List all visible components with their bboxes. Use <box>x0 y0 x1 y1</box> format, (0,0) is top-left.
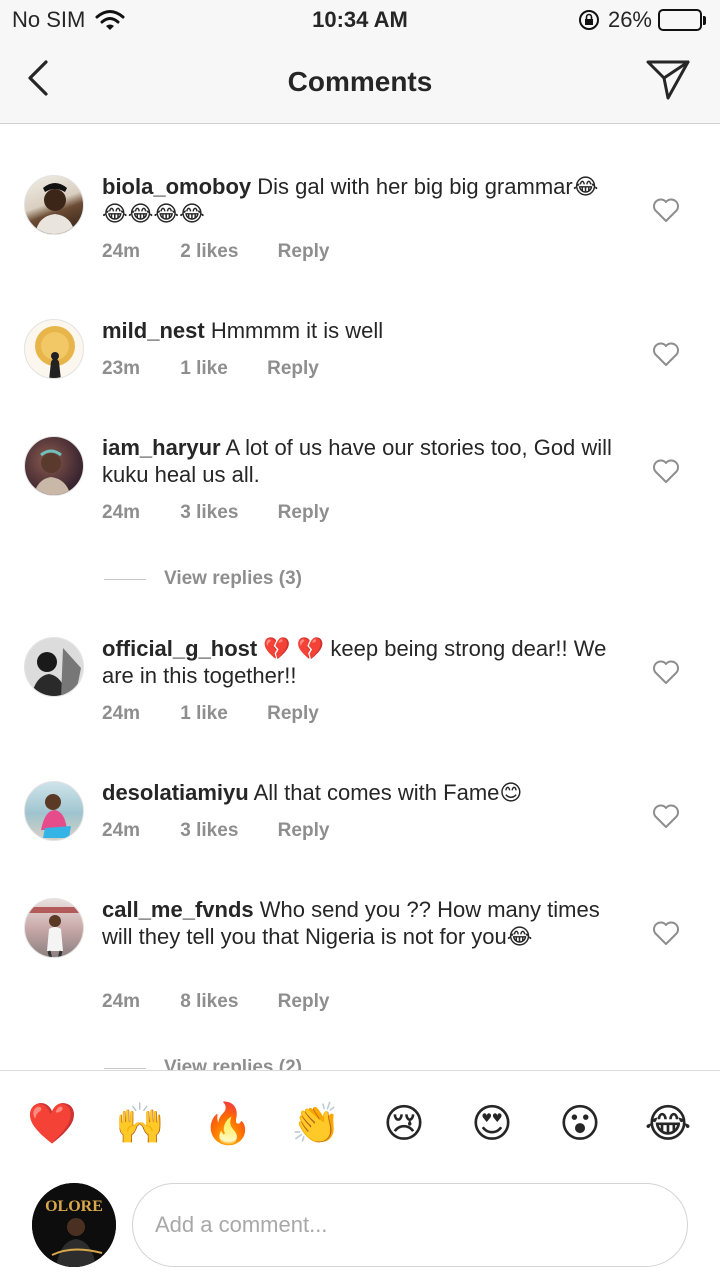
battery-percent: 26% <box>607 7 652 32</box>
reply-button[interactable]: Reply <box>278 502 330 524</box>
heart-outline-icon[interactable] <box>652 458 680 484</box>
comment-text: official_g_host 💔 💔 keep being strong de… <box>102 635 622 689</box>
comment-text: mild_nest Hmmmm it is well <box>102 317 622 344</box>
avatar-image <box>25 638 83 696</box>
comment-time: 23m <box>102 358 141 379</box>
my-avatar-text: OLORE <box>45 1198 103 1215</box>
emoji-crying-button[interactable]: 😢 <box>379 1099 429 1149</box>
my-avatar[interactable]: OLORE <box>32 1183 116 1267</box>
view-replies-divider <box>104 578 146 580</box>
view-replies-divider <box>104 1067 146 1069</box>
emoji-fire-button[interactable]: 🔥 <box>203 1099 253 1149</box>
comment-likes[interactable]: 1 like <box>180 358 228 380</box>
comment-time: 24m <box>102 991 141 1012</box>
battery-body <box>658 9 702 31</box>
comment-username[interactable]: desolatiamiyu <box>102 780 249 805</box>
avatar-image <box>35 183 75 234</box>
comment-body: Hmmmm it is well <box>210 318 384 343</box>
avatar-image <box>35 326 75 378</box>
screen: No SIM 10:34 AM 26% Comments biola_omobo… <box>0 0 720 1280</box>
comment-input[interactable] <box>132 1183 688 1267</box>
my-avatar-image: OLORE <box>32 1183 116 1267</box>
view-replies-label: View replies (2) <box>164 1057 302 1070</box>
comment-likes[interactable]: 8 likes <box>180 991 238 1013</box>
emoji-surprised-button[interactable]: 😮 <box>555 1099 605 1149</box>
nav-header: Comments <box>0 40 720 124</box>
avatar-image <box>41 794 71 838</box>
comment-likes[interactable]: 3 likes <box>180 820 238 842</box>
reply-button[interactable]: Reply <box>267 703 319 725</box>
paper-plane-icon[interactable] <box>644 56 692 102</box>
comment-meta: 24m 2 likes Reply <box>102 241 329 263</box>
comment-username[interactable]: mild_nest <box>102 318 205 343</box>
avatar[interactable] <box>24 637 84 697</box>
reply-button[interactable]: Reply <box>278 241 330 263</box>
heart-outline-icon[interactable] <box>652 341 680 367</box>
comment-time: 24m <box>102 703 141 724</box>
comment-text: biola_omoboy Dis gal with her big big gr… <box>102 173 622 227</box>
comment-meta: 23m 1 like Reply <box>102 358 319 380</box>
battery-nub <box>703 15 706 25</box>
comment-username[interactable]: official_g_host <box>102 636 257 661</box>
comment-text: iam_haryur A lot of us have our stories … <box>102 434 622 488</box>
comment-time: 24m <box>102 502 141 523</box>
reply-button[interactable]: Reply <box>278 820 330 842</box>
reply-button[interactable]: Reply <box>278 991 330 1013</box>
avatar[interactable] <box>24 898 84 958</box>
comment-text: call_me_fvnds Who send you ?? How many t… <box>102 896 622 950</box>
avatar[interactable] <box>24 319 84 379</box>
comment-meta: 24m 3 likes Reply <box>102 820 329 842</box>
comment-likes[interactable]: 3 likes <box>180 502 238 524</box>
emoji-raised-hands-button[interactable]: 🙌 <box>115 1099 165 1149</box>
emoji-bar: ❤️ 🙌 🔥 👏 😢 😍 😮 😂 <box>0 1099 720 1151</box>
comment-likes[interactable]: 1 like <box>180 703 228 725</box>
page-title: Comments <box>287 66 433 97</box>
comment-username[interactable]: biola_omoboy <box>102 174 251 199</box>
comment-likes[interactable]: 2 likes <box>180 241 238 263</box>
heart-outline-icon[interactable] <box>652 803 680 829</box>
view-replies-label: View replies (3) <box>164 568 302 589</box>
comment-text: desolatiamiyu All that comes with Fame😊 <box>102 779 622 806</box>
view-replies-button[interactable]: View replies (3) <box>104 568 302 590</box>
status-bar: No SIM 10:34 AM 26% <box>0 0 720 40</box>
comment-meta: 24m 1 like Reply <box>102 703 319 725</box>
comment-time: 24m <box>102 820 141 841</box>
emoji-heart-button[interactable]: ❤️ <box>27 1099 77 1149</box>
comment-body: All that comes with Fame😊 <box>253 780 523 805</box>
emoji-laughing-button[interactable]: 😂 <box>643 1099 693 1149</box>
comments-list[interactable]: biola_omoboy Dis gal with her big big gr… <box>0 125 720 1070</box>
status-right: 26% <box>578 7 706 33</box>
comment-username[interactable]: call_me_fvnds <box>102 897 254 922</box>
avatar[interactable] <box>24 436 84 496</box>
battery-icon <box>658 9 706 31</box>
heart-outline-icon[interactable] <box>652 659 680 685</box>
comment-meta: 24m 8 likes Reply <box>102 991 329 1013</box>
comment-time: 24m <box>102 241 141 262</box>
emoji-clap-button[interactable]: 👏 <box>291 1099 341 1149</box>
rotation-lock-icon <box>578 10 599 30</box>
emoji-heart-eyes-button[interactable]: 😍 <box>467 1099 517 1149</box>
comment-meta: 24m 3 likes Reply <box>102 502 329 524</box>
reply-button[interactable]: Reply <box>267 358 319 380</box>
avatar[interactable] <box>24 175 84 235</box>
comment-composer: ❤️ 🙌 🔥 👏 😢 😍 😮 😂 OLORE <box>0 1070 720 1280</box>
avatar-image <box>25 907 83 957</box>
avatar-image <box>33 449 71 495</box>
comment-username[interactable]: iam_haryur <box>102 435 221 460</box>
avatar[interactable] <box>24 781 84 841</box>
view-replies-button[interactable]: View replies (2) <box>104 1057 302 1070</box>
heart-outline-icon[interactable] <box>652 920 680 946</box>
heart-outline-icon[interactable] <box>652 197 680 223</box>
